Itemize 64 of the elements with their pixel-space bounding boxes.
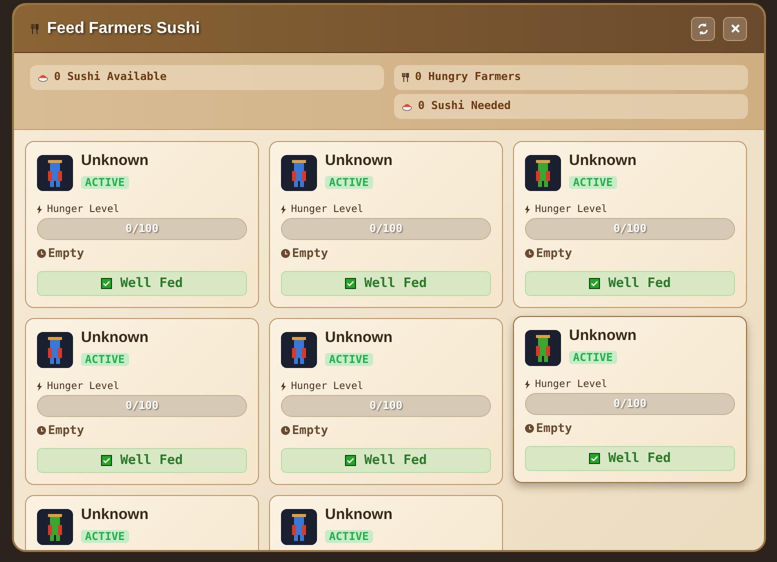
hunger-reading: 0/100 [125,398,159,414]
hunger-status: Empty [48,422,84,439]
farmer-name: Unknown [569,153,636,169]
status-badge: ACTIVE [81,353,129,366]
hunger-status: Empty [536,245,572,262]
farmer-name: Unknown [81,330,148,346]
hunger-label: Hunger Level [291,380,364,394]
window-title: Feed Farmers Sushi [47,18,200,38]
farmer-name: Unknown [325,507,392,523]
well-fed-button[interactable]: Well Fed [281,448,491,473]
farmer-name: Unknown [81,507,148,523]
status-badge: ACTIVE [325,176,373,189]
hunger-label: Hunger Level [47,203,120,217]
hunger-reading: 0/100 [613,220,647,237]
hunger-label: Hunger Level [535,203,608,217]
status-badge: ACTIVE [569,351,617,364]
clock-icon [37,248,46,258]
utensils-icon [31,24,39,34]
hunger-status: Empty [292,245,328,262]
clock-icon [281,426,290,434]
farmer-name: Unknown [569,328,636,344]
lightning-icon [37,382,42,391]
refresh-icon [697,22,709,34]
well-fed-button[interactable]: Well Fed [37,448,247,473]
well-fed-button[interactable]: Well Fed [525,446,735,471]
hunger-reading: 0/100 [125,220,159,237]
close-button[interactable] [723,16,747,40]
well-fed-button[interactable]: Well Fed [281,271,491,296]
hunger-reading: 0/100 [613,396,647,412]
farmer-name: Unknown [81,153,148,169]
lightning-icon [525,380,530,389]
status-badge: ACTIVE [81,176,129,189]
sushi-icon [402,102,412,111]
hunger-label: Hunger Level [535,378,608,392]
sushi-icon [38,73,48,82]
clock-icon [525,424,534,432]
utensils-icon [402,73,409,82]
close-icon [730,24,740,33]
hunger-status: Empty [292,422,328,439]
stat-text: 0 Sushi Needed [418,98,511,114]
hunger-label: Hunger Level [291,203,364,217]
status-badge: ACTIVE [569,176,617,189]
hunger-reading: 0/100 [369,220,403,237]
status-badge: ACTIVE [325,530,373,543]
hunger-status: Empty [48,245,84,262]
hunger-label: Hunger Level [47,380,120,394]
clock-icon [525,248,534,258]
farmer-name: Unknown [325,153,392,169]
refresh-button[interactable] [691,16,715,40]
well-fed-button[interactable]: Well Fed [37,271,247,296]
well-fed-button[interactable]: Well Fed [525,271,735,296]
hunger-reading: 0/100 [369,398,403,414]
hunger-status: Empty [536,420,572,437]
lightning-icon [281,382,286,391]
status-badge: ACTIVE [81,530,129,543]
status-badge: ACTIVE [325,353,373,366]
lightning-icon [37,205,42,214]
clock-icon [37,426,46,434]
stat-text: 0 Sushi Available [54,69,167,86]
lightning-icon [281,205,286,214]
stat-text: 0 Hungry Farmers [415,69,521,86]
lightning-icon [525,205,530,214]
farmer-name: Unknown [325,330,392,346]
clock-icon [281,248,290,258]
